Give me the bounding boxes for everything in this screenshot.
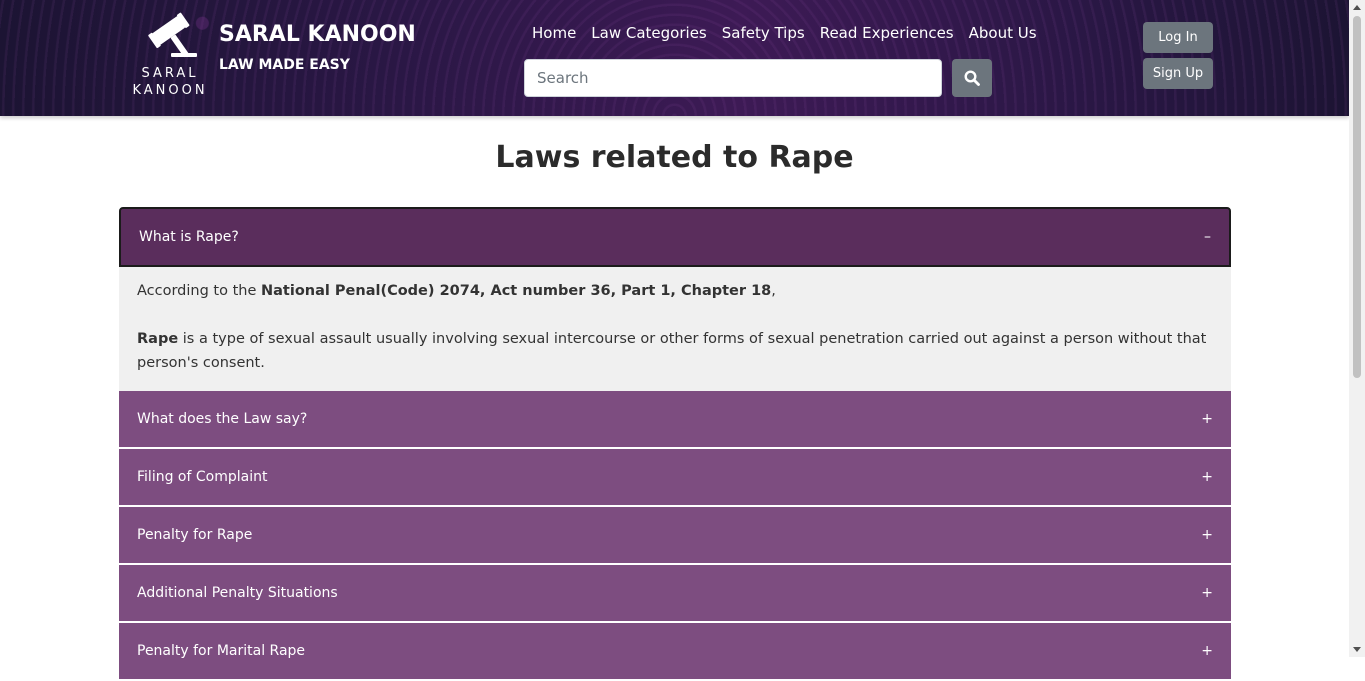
collapse-icon: –	[1204, 229, 1211, 245]
gavel-icon	[148, 12, 197, 58]
intro-suffix: ,	[771, 283, 776, 299]
nav-safety-tips[interactable]: Safety Tips	[722, 24, 805, 42]
definition-term: Rape	[137, 331, 179, 347]
accordion-header-penalty-rape[interactable]: Penalty for Rape +	[119, 507, 1231, 565]
accordion-header-additional-penalty[interactable]: Additional Penalty Situations +	[119, 565, 1231, 623]
intro-prefix: According to the	[137, 283, 261, 299]
search-button[interactable]	[952, 59, 992, 97]
accordion-header-marital-rape[interactable]: Penalty for Marital Rape +	[119, 623, 1231, 681]
accordion-header-label: What does the Law say?	[137, 411, 308, 427]
expand-icon: +	[1201, 527, 1213, 543]
accordion-header-label: Penalty for Rape	[137, 527, 253, 543]
logo-text-line1: SARAL	[141, 66, 199, 81]
accordion-header-law-say[interactable]: What does the Law say? +	[119, 391, 1231, 449]
logo-text: SARAL KANOON	[128, 65, 212, 99]
site-header: SARAL KANOON SARAL KANOON LAW MADE EASY …	[0, 0, 1349, 116]
scroll-down-arrow-icon[interactable]	[1353, 647, 1361, 652]
page-title: Laws related to Rape	[495, 140, 854, 175]
main-nav: Home Law Categories Safety Tips Read Exp…	[532, 24, 1037, 42]
accordion-body-what-is-rape: According to the National Penal(Code) 20…	[119, 267, 1231, 391]
expand-icon: +	[1201, 585, 1213, 601]
expand-icon: +	[1201, 469, 1213, 485]
nav-about-us[interactable]: About Us	[969, 24, 1037, 42]
search-icon	[964, 70, 980, 86]
search-input[interactable]	[524, 59, 942, 97]
accordion-header-what-is-rape[interactable]: What is Rape? –	[119, 207, 1231, 267]
intro-law-reference: National Penal(Code) 2074, Act number 36…	[261, 283, 772, 299]
signup-button[interactable]: Sign Up	[1143, 58, 1213, 89]
accordion-header-label: What is Rape?	[139, 229, 239, 245]
expand-icon: +	[1201, 411, 1213, 427]
brand-title[interactable]: SARAL KANOON	[219, 22, 416, 47]
scroll-thumb[interactable]	[1353, 16, 1361, 378]
nav-read-experiences[interactable]: Read Experiences	[820, 24, 954, 42]
login-button[interactable]: Log In	[1143, 22, 1213, 53]
brand-tagline: LAW MADE EASY	[219, 57, 350, 73]
nav-law-categories[interactable]: Law Categories	[591, 24, 706, 42]
scroll-up-arrow-icon[interactable]	[1353, 5, 1361, 10]
logo-text-line2: KANOON	[132, 83, 208, 98]
page-scrollbar[interactable]	[1349, 0, 1365, 657]
accordion-header-label: Filing of Complaint	[137, 469, 268, 485]
accordion-header-filing-complaint[interactable]: Filing of Complaint +	[119, 449, 1231, 507]
laws-accordion: What is Rape? – According to the Nationa…	[119, 207, 1231, 681]
accordion-header-label: Additional Penalty Situations	[137, 585, 338, 601]
intro-paragraph: According to the National Penal(Code) 20…	[137, 279, 1213, 303]
definition-paragraph: Rape is a type of sexual assault usually…	[137, 327, 1213, 375]
site-logo[interactable]: SARAL KANOON	[128, 12, 212, 102]
definition-text: is a type of sexual assault usually invo…	[137, 331, 1207, 371]
nav-home[interactable]: Home	[532, 24, 576, 42]
